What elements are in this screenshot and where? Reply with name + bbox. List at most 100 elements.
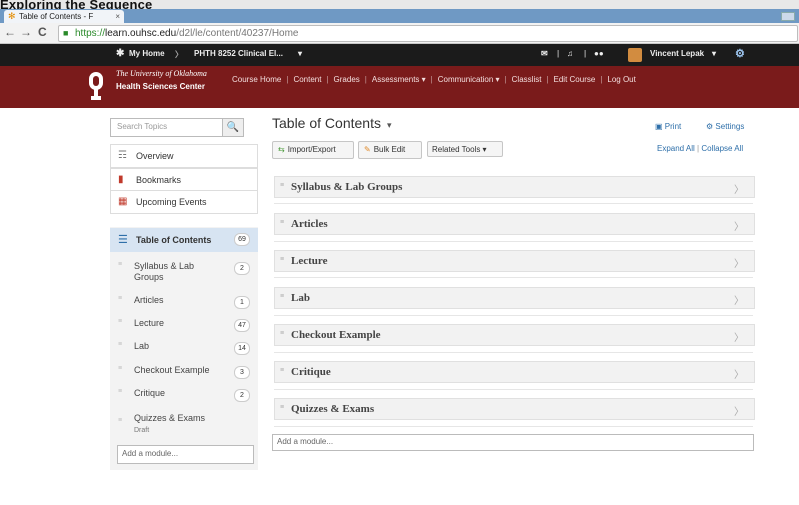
sidebar-item-upcoming-events[interactable]: ▦ Upcoming Events xyxy=(110,190,258,214)
drag-handle-icon[interactable]: ≡ xyxy=(280,367,284,374)
url-host: learn.ouhsc.edu xyxy=(105,28,177,39)
message-alerts-icon[interactable]: ✉ xyxy=(541,49,548,58)
module-title: Quizzes & Exams xyxy=(291,403,375,415)
drag-handle-icon[interactable]: ≡ xyxy=(280,182,284,189)
sidebar-item-label: Lecture xyxy=(134,318,165,328)
nav-grades[interactable]: Grades xyxy=(334,75,360,84)
close-tab-icon[interactable]: × xyxy=(115,10,120,23)
related-tools-button[interactable]: Related Tools ▾ xyxy=(427,141,503,157)
drag-handle-icon[interactable]: ≡ xyxy=(118,295,122,302)
nav-log-out[interactable]: Log Out xyxy=(607,75,635,84)
import-export-button[interactable]: ⇆ Import/Export xyxy=(272,141,354,159)
add-module-input[interactable]: Add a module... xyxy=(272,434,754,451)
drag-handle-icon[interactable]: ≡ xyxy=(280,293,284,300)
sidebar-item-label: Checkout Example xyxy=(134,365,210,375)
sidebar-module-checkout-example[interactable]: ≡ Checkout Example 3 xyxy=(110,361,258,381)
chevron-right-icon[interactable]: 〉 xyxy=(734,366,744,381)
expand-separator: | xyxy=(697,144,700,153)
drag-handle-icon[interactable]: ≡ xyxy=(118,261,122,268)
page-title[interactable]: Table of Contents ▾ xyxy=(272,115,392,131)
chevron-right-icon[interactable]: 〉 xyxy=(734,255,744,270)
chevron-right-icon[interactable]: 〉 xyxy=(734,292,744,307)
nav-assessments[interactable]: Assessments ▾ xyxy=(372,75,426,84)
nav-edit-course[interactable]: Edit Course xyxy=(554,75,596,84)
settings-link[interactable]: ⚙ Settings xyxy=(706,122,744,131)
drag-handle-icon[interactable]: ≡ xyxy=(280,256,284,263)
navbar-separator: | xyxy=(584,49,587,58)
module-row-articles[interactable]: ≡ Articles 〉 xyxy=(274,213,755,235)
course-selector-caret-icon[interactable]: ▾ xyxy=(298,49,302,58)
module-row-lab[interactable]: ≡ Lab 〉 xyxy=(274,287,755,309)
chevron-right-icon[interactable]: 〉 xyxy=(734,181,744,196)
module-row-lecture[interactable]: ≡ Lecture 〉 xyxy=(274,250,755,272)
navbar-separator: | xyxy=(557,49,560,58)
sidebar-module-critique[interactable]: ≡ Critique 2 xyxy=(110,384,258,404)
count-badge: 69 xyxy=(234,233,250,246)
back-button[interactable]: ← xyxy=(4,25,16,39)
my-home-link[interactable]: My Home xyxy=(129,49,165,58)
settings-gear-icon[interactable]: ⚙ xyxy=(735,47,745,60)
count-badge: 2 xyxy=(234,262,250,275)
sidebar-module-lab[interactable]: ≡ Lab 14 xyxy=(110,337,258,357)
bulk-edit-button[interactable]: ✎ Bulk Edit xyxy=(358,141,422,159)
sidebar-item-overview[interactable]: ☶ Overview xyxy=(110,144,258,168)
module-row-syllabus[interactable]: ≡ Syllabus & Lab Groups 〉 xyxy=(274,176,755,198)
expand-all-link[interactable]: Expand All xyxy=(657,144,695,153)
chevron-right-icon[interactable]: 〉 xyxy=(734,329,744,344)
sidebar-module-quizzes-exams[interactable]: ≡ Quizzes & Exams Draft xyxy=(110,409,258,439)
collapse-all-link[interactable]: Collapse All xyxy=(701,144,743,153)
divider xyxy=(274,277,753,278)
url-input[interactable]: ■ https://learn.ouhsc.edu/d2l/le/content… xyxy=(58,25,798,42)
waffle-icon[interactable]: ✱ xyxy=(116,48,124,59)
url-path: /d2l/le/content/40237/Home xyxy=(176,28,299,39)
course-selector[interactable]: PHTH 8252 Clinical El... xyxy=(194,49,283,58)
add-module-placeholder: Add a module... xyxy=(122,449,179,458)
sidebar-module-articles[interactable]: ≡ Articles 1 xyxy=(110,291,258,311)
print-link[interactable]: ▣ Print xyxy=(655,122,681,131)
module-row-quizzes-exams[interactable]: ≡ Quizzes & Exams 〉 xyxy=(274,398,755,420)
chevron-down-icon[interactable]: ▾ xyxy=(387,120,392,130)
sidebar-item-bookmarks[interactable]: ▮ Bookmarks xyxy=(110,168,258,192)
nav-classlist[interactable]: Classlist xyxy=(512,75,542,84)
drag-handle-icon[interactable]: ≡ xyxy=(118,318,122,325)
chevron-right-icon[interactable]: 〉 xyxy=(734,218,744,233)
sidebar-item-label: Bookmarks xyxy=(136,175,182,185)
drag-handle-icon[interactable]: ≡ xyxy=(118,417,122,424)
nav-content[interactable]: Content xyxy=(293,75,321,84)
url-scheme: https:// xyxy=(75,28,106,39)
sidebar-module-syllabus[interactable]: ≡ Syllabus & Lab Groups 2 xyxy=(110,257,258,285)
sidebar-item-label: Quizzes & Exams xyxy=(134,413,206,423)
update-alerts-icon[interactable]: ●● xyxy=(594,49,604,58)
drag-handle-icon[interactable]: ≡ xyxy=(280,330,284,337)
drag-handle-icon[interactable]: ≡ xyxy=(118,341,122,348)
ou-logo-icon xyxy=(89,72,103,100)
drag-handle-icon[interactable]: ≡ xyxy=(280,404,284,411)
divider xyxy=(274,241,753,242)
module-row-critique[interactable]: ≡ Critique 〉 xyxy=(274,361,755,383)
forward-button[interactable]: → xyxy=(20,25,32,39)
user-menu-caret-icon[interactable]: ▾ xyxy=(712,49,716,58)
module-row-checkout-example[interactable]: ≡ Checkout Example 〉 xyxy=(274,324,755,346)
list-icon: ☰ xyxy=(118,234,128,246)
drag-handle-icon[interactable]: ≡ xyxy=(280,219,284,226)
browser-tab[interactable]: ✻ Table of Contents - F × xyxy=(4,10,124,23)
sidebar-item-table-of-contents[interactable]: ☰ Table of Contents 69 xyxy=(110,228,258,252)
module-title: Lab xyxy=(291,292,310,304)
address-bar-row: ← → C ■ https://learn.ouhsc.edu/d2l/le/c… xyxy=(0,23,799,44)
drag-handle-icon[interactable]: ≡ xyxy=(118,388,122,395)
user-menu[interactable]: Vincent Lepak xyxy=(650,49,704,58)
reload-button[interactable]: C xyxy=(38,25,47,39)
avatar[interactable] xyxy=(628,48,642,62)
browser-tab-title: Table of Contents - F xyxy=(19,12,94,21)
nav-communication[interactable]: Communication ▾ xyxy=(438,75,500,84)
related-tools-label: Related Tools ▾ xyxy=(432,145,487,154)
add-module-input-sidebar[interactable]: Add a module... xyxy=(117,445,254,464)
window-minimize-button[interactable] xyxy=(781,12,795,21)
search-button[interactable]: 🔍 xyxy=(222,118,244,137)
nav-course-home[interactable]: Course Home xyxy=(232,75,281,84)
chevron-right-icon[interactable]: 〉 xyxy=(734,403,744,418)
drag-handle-icon[interactable]: ≡ xyxy=(118,365,122,372)
module-title: Lecture xyxy=(291,255,328,267)
subscription-alerts-icon[interactable]: ♫ xyxy=(567,49,573,58)
sidebar-module-lecture[interactable]: ≡ Lecture 47 xyxy=(110,314,258,334)
